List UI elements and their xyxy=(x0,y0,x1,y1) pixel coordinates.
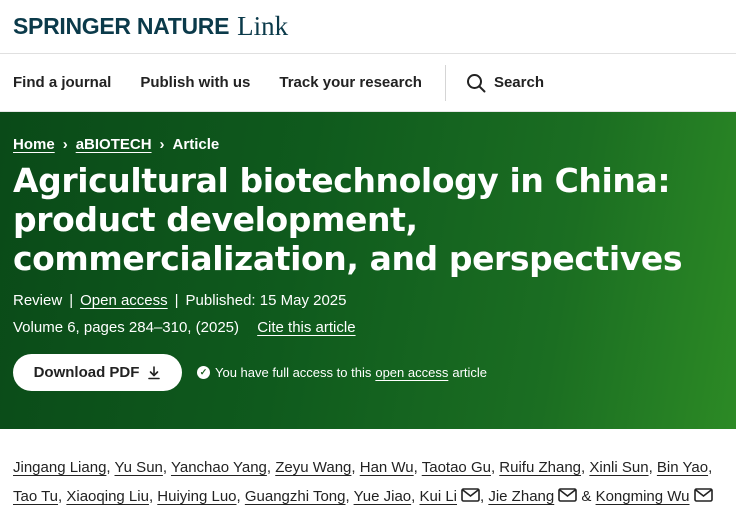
nav-divider xyxy=(444,64,446,101)
article-hero: Home › aBIOTECH › Article Agricultural b… xyxy=(0,112,736,429)
author-link[interactable]: Jie Zhang xyxy=(488,488,554,505)
author-list: Jingang Liang, Yu Sun, Yanchao Yang, Zey… xyxy=(0,429,736,512)
access-suffix: article xyxy=(452,365,488,380)
main-nav: Find a journal Publish with us Track you… xyxy=(0,54,736,112)
article-type: Review xyxy=(13,292,63,309)
author-link[interactable]: Zeyu Wang xyxy=(275,459,351,476)
published-date: Published: 15 May 2025 xyxy=(185,292,347,309)
volume-info: Volume 6, pages 284–310, (2025) Cite thi… xyxy=(13,319,723,336)
author-link[interactable]: Huiying Luo xyxy=(157,488,236,505)
nav-publish-with-us[interactable]: Publish with us xyxy=(140,74,250,91)
access-prefix: You have full access to this xyxy=(215,365,372,380)
springer-nature-logo[interactable]: SPRINGER NATURE xyxy=(13,13,229,40)
author-separator: , xyxy=(351,459,360,476)
author-separator: , xyxy=(266,459,276,476)
search-icon xyxy=(466,73,486,92)
search-button[interactable]: Search xyxy=(466,73,544,93)
meta-separator: | xyxy=(174,292,179,309)
check-circle-icon: ✓ xyxy=(197,366,210,379)
email-icon[interactable] xyxy=(693,483,713,512)
author-link[interactable]: Guangzhi Tong xyxy=(245,488,346,505)
nav-find-journal[interactable]: Find a journal xyxy=(13,74,111,91)
author-separator: , xyxy=(413,459,422,476)
author-link[interactable]: Kongming Wu xyxy=(596,488,690,505)
breadcrumb: Home › aBIOTECH › Article xyxy=(13,112,723,153)
author-separator: , xyxy=(162,459,171,476)
download-pdf-label: Download PDF xyxy=(33,364,140,381)
chevron-right-icon: › xyxy=(62,136,68,153)
site-header: SPRINGER NATURE Link xyxy=(0,0,736,54)
author-link[interactable]: Bin Yao xyxy=(657,459,708,476)
author-separator: , xyxy=(236,488,245,505)
author-link[interactable]: Ruifu Zhang xyxy=(499,459,581,476)
author-separator: , xyxy=(106,459,115,476)
link-logo[interactable]: Link xyxy=(237,11,288,42)
search-label: Search xyxy=(493,74,544,91)
author-link[interactable]: Kui Li xyxy=(419,488,457,505)
meta-separator: | xyxy=(69,292,74,309)
author-separator: , xyxy=(648,459,657,476)
email-icon[interactable] xyxy=(461,483,480,512)
article-meta: Review | Open access | Published: 15 May… xyxy=(13,292,723,309)
author-link[interactable]: Tao Tu xyxy=(13,488,58,505)
download-pdf-button[interactable]: Download PDF xyxy=(13,354,182,391)
article-actions: Download PDF ✓ You have full access to t… xyxy=(13,354,723,391)
volume-pages: Volume 6, pages 284–310, (2025) xyxy=(13,319,240,336)
open-access-link[interactable]: Open access xyxy=(80,292,168,309)
author-link[interactable]: Jingang Liang xyxy=(13,459,106,476)
download-icon xyxy=(148,365,161,379)
cite-article-link[interactable]: Cite this article xyxy=(257,319,355,336)
chevron-right-icon: › xyxy=(159,136,165,153)
nav-track-research[interactable]: Track your research xyxy=(279,74,422,91)
author-separator: , xyxy=(345,488,354,505)
author-link[interactable]: Yu Sun xyxy=(115,459,163,476)
email-icon[interactable] xyxy=(558,483,578,512)
author-link[interactable]: Xinli Sun xyxy=(589,459,648,476)
article-title: Agricultural biotechnology in China: pro… xyxy=(13,161,683,278)
author-link[interactable]: Taotao Gu xyxy=(422,459,491,476)
author-separator: , xyxy=(708,459,713,476)
breadcrumb-journal[interactable]: aBIOTECH xyxy=(76,136,152,153)
breadcrumb-home[interactable]: Home xyxy=(13,136,55,153)
access-notice: ✓ You have full access to this open acce… xyxy=(197,365,487,380)
access-open-access-link[interactable]: open access xyxy=(375,365,448,380)
author-link[interactable]: Han Wu xyxy=(360,459,414,476)
author-link[interactable]: Xiaoqing Liu xyxy=(66,488,149,505)
breadcrumb-current: Article xyxy=(172,136,220,153)
author-separator: & xyxy=(577,488,596,505)
author-link[interactable]: Yanchao Yang xyxy=(171,459,267,476)
author-link[interactable]: Yue Jiao xyxy=(354,488,412,505)
